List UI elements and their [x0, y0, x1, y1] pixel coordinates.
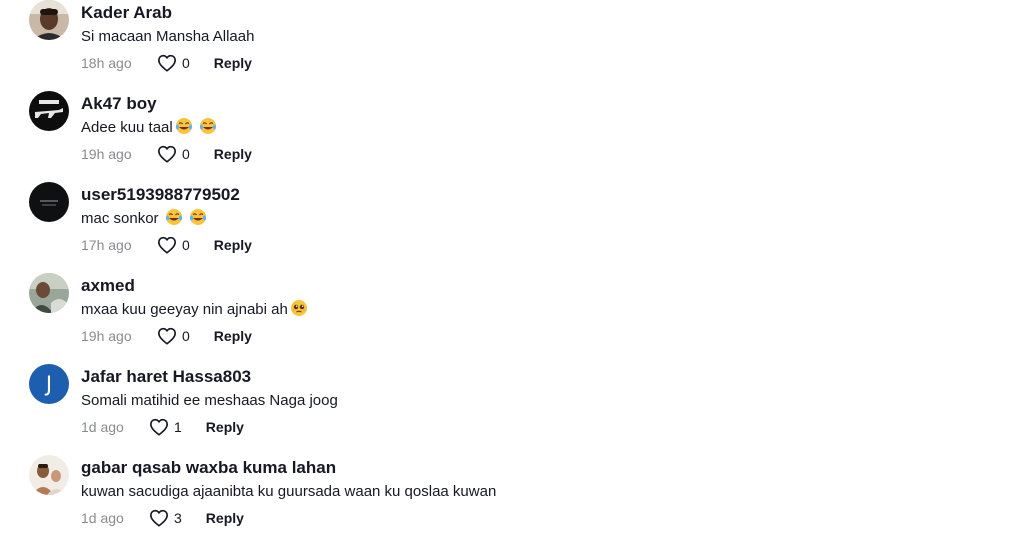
avatar-letter: J [45, 372, 53, 396]
comment-username[interactable]: user5193988779502 [81, 184, 240, 206]
comment-timestamp: 1d ago [81, 419, 124, 435]
like-button[interactable]: 1 [149, 418, 182, 436]
comment-meta: 1d ago 3 Reply [81, 507, 244, 529]
comment-text: mac sonkor [81, 208, 207, 233]
comment-text-content: mac sonkor [81, 210, 163, 227]
dark-photo-icon [29, 182, 69, 222]
comment-item: axmed mxaa kuu geeyay nin ajnabi ah 19h … [29, 266, 989, 357]
comment-meta: 17h ago 0 Reply [81, 234, 252, 256]
avatar[interactable]: J [29, 364, 69, 404]
comment-text-content: Adee kuu taal [81, 119, 173, 136]
tears-of-joy-emoji-icon [175, 117, 193, 142]
comment-timestamp: 19h ago [81, 146, 132, 162]
like-button[interactable]: 0 [157, 236, 190, 254]
comment-meta: 1d ago 1 Reply [81, 416, 244, 438]
tears-of-joy-emoji-icon [165, 208, 183, 233]
comment-item: Kader Arab Si macaan Mansha Allaah 18h a… [29, 0, 989, 84]
reply-button[interactable]: Reply [214, 237, 252, 253]
like-count: 3 [174, 510, 182, 526]
avatar[interactable] [29, 273, 69, 313]
reply-button[interactable]: Reply [214, 55, 252, 71]
comment-text: kuwan sacudiga ajaanibta ku guursada waa… [81, 481, 496, 503]
person-photo-icon [29, 0, 69, 40]
heart-outline-icon [158, 327, 176, 345]
reply-button[interactable]: Reply [206, 510, 244, 526]
tears-of-joy-emoji-icon [199, 117, 217, 142]
comment-username[interactable]: Jafar haret Hassa803 [81, 366, 251, 388]
reply-button[interactable]: Reply [214, 146, 252, 162]
heart-outline-icon [158, 54, 176, 72]
heart-outline-icon [150, 509, 168, 527]
heart-outline-icon [158, 145, 176, 163]
comment-text-content: Si macaan Mansha Allaah [81, 28, 255, 45]
like-count: 0 [182, 146, 190, 162]
comment-text: Si macaan Mansha Allaah [81, 26, 254, 48]
avatar[interactable] [29, 0, 69, 40]
ak47-logo-icon [29, 91, 69, 131]
like-count: 0 [182, 328, 190, 344]
comment-username[interactable]: Ak47 boy [81, 93, 157, 115]
like-button[interactable]: 3 [149, 509, 182, 527]
comment-text-content: mxaa kuu geeyay nin ajnabi ah [81, 301, 288, 318]
comment-timestamp: 18h ago [81, 55, 132, 71]
comment-text: Somali matihid ee meshaas Naga joog [81, 390, 338, 412]
comment-text: mxaa kuu geeyay nin ajnabi ah [81, 299, 308, 324]
comment-item: gabar qasab waxba kuma lahan kuwan sacud… [29, 448, 989, 539]
like-button[interactable]: 0 [157, 54, 190, 72]
comment-username[interactable]: Kader Arab [81, 2, 172, 24]
comment-meta: 19h ago 0 Reply [81, 143, 252, 165]
comment-item: user5193988779502 mac sonkor 17h ago 0 R… [29, 175, 989, 266]
like-count: 0 [182, 55, 190, 71]
heart-outline-icon [150, 418, 168, 436]
like-count: 0 [182, 237, 190, 253]
comment-timestamp: 17h ago [81, 237, 132, 253]
comment-item: J Jafar haret Hassa803 Somali matihid ee… [29, 357, 989, 448]
avatar[interactable] [29, 91, 69, 131]
avatar[interactable] [29, 182, 69, 222]
comment-text: Adee kuu taal [81, 117, 217, 142]
like-button[interactable]: 0 [157, 145, 190, 163]
comment-list: Kader Arab Si macaan Mansha Allaah 18h a… [29, 0, 989, 539]
comment-text-content: kuwan sacudiga ajaanibta ku guursada waa… [81, 483, 497, 500]
comment-timestamp: 19h ago [81, 328, 132, 344]
reply-button[interactable]: Reply [206, 419, 244, 435]
comment-username[interactable]: gabar qasab waxba kuma lahan [81, 457, 336, 479]
person-photo-icon [29, 273, 69, 313]
avatar[interactable] [29, 455, 69, 495]
reply-button[interactable]: Reply [214, 328, 252, 344]
comment-timestamp: 1d ago [81, 510, 124, 526]
comment-item: Ak47 boy Adee kuu taal 19h ago 0 Reply [29, 84, 989, 175]
pleading-face-emoji-icon [290, 299, 308, 324]
comment-username[interactable]: axmed [81, 275, 135, 297]
tears-of-joy-emoji-icon [189, 208, 207, 233]
couple-photo-icon [29, 455, 69, 495]
comment-meta: 19h ago 0 Reply [81, 325, 252, 347]
comment-text-content: Somali matihid ee meshaas Naga joog [81, 392, 338, 409]
comment-meta: 18h ago 0 Reply [81, 52, 252, 74]
like-button[interactable]: 0 [157, 327, 190, 345]
heart-outline-icon [158, 236, 176, 254]
like-count: 1 [174, 419, 182, 435]
